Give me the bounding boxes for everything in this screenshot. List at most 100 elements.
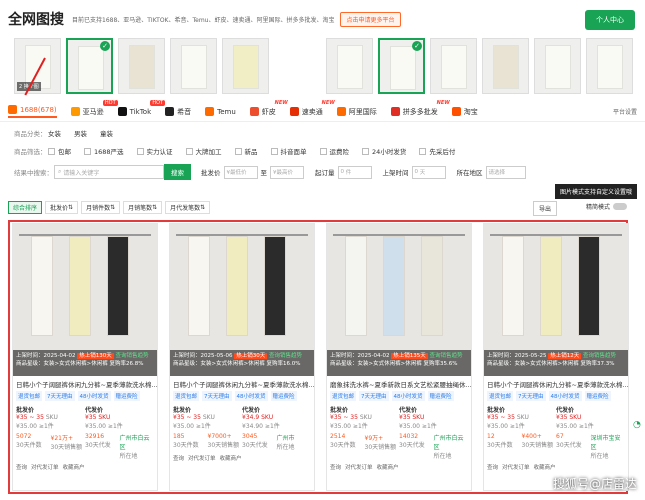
dropship-ref: ¥34.90 ≥1件 [242, 421, 311, 430]
product-card[interactable]: 上架时间：2025-04-02 热上销130天 查询销售趋势 商品星级：女装>女式… [12, 223, 158, 491]
platform-tab[interactable]: TikTok HOT [117, 100, 166, 116]
query-button[interactable]: 查询 [16, 463, 27, 471]
screen-filter-option[interactable]: 新品 [234, 146, 258, 156]
apply-more-platforms-button[interactable]: 点击申请更多平台 [340, 11, 401, 27]
platform-label: 希音 [177, 107, 192, 116]
product-image[interactable]: 上架时间：2025-05-25 热上销12天 查询销售趋势 商品星级：女装>女式休… [484, 224, 628, 376]
checkbox[interactable] [185, 147, 193, 155]
dropship-orders-button[interactable]: 对代发订单 [188, 454, 216, 462]
checkbox[interactable] [419, 147, 427, 155]
result-thumb[interactable] [326, 38, 373, 94]
product-card[interactable]: 上架时间：2025-04-02 热上销135天 查询销售趋势 商品星级：女装>女式… [326, 223, 472, 491]
platform-tab[interactable]: 1688(678) [8, 105, 57, 118]
product-card[interactable]: 上架时间：2025-05-06 热上销30天 查询销售趋势 商品星级：女装>女式休… [169, 223, 315, 491]
screen-filter-option[interactable]: 抖音面单 [270, 146, 307, 156]
side-chat-icon[interactable]: ◔ [633, 420, 643, 440]
screen-filter-option[interactable]: 包邮 [48, 146, 71, 156]
screen-filter-option[interactable]: 先采后付 [419, 146, 455, 156]
platform-settings-link[interactable]: 平台设置 [613, 107, 637, 116]
source-thumb[interactable] [222, 38, 269, 94]
favorite-merchant-button[interactable]: 收藏商户 [377, 463, 399, 471]
platform-icon [289, 107, 299, 116]
result-thumb[interactable] [482, 38, 529, 94]
checkbox[interactable] [48, 147, 55, 155]
result-thumb[interactable] [430, 38, 477, 94]
platform-tab[interactable]: 淘宝 [451, 107, 478, 117]
product-image[interactable]: 上架时间：2025-04-02 热上销130天 查询销售趋势 商品星级：女装>女式… [13, 224, 157, 376]
screen-filter-option[interactable]: 大牌加工 [185, 146, 222, 156]
checkbox[interactable] [234, 147, 242, 155]
favorite-merchant-button[interactable]: 收藏商户 [220, 454, 242, 462]
category-kids[interactable]: 童装 [100, 128, 113, 138]
dropship-orders-button[interactable]: 对代发订单 [31, 463, 59, 471]
fine-mode-toggle[interactable]: 精简模式 [586, 202, 627, 211]
checkbox[interactable] [362, 147, 370, 155]
query-button[interactable]: 查询 [173, 454, 184, 462]
source-thumb[interactable]: 2 换个图 [14, 38, 61, 94]
product-title[interactable]: 磨象抹洗水裤~夏季新款日系文艺松紧腰抽绳休... [327, 376, 471, 391]
screen-filter-option[interactable]: 1688严选 [84, 146, 124, 156]
sort-option[interactable]: 综合排序 [8, 200, 43, 214]
favorite-merchant-button[interactable]: 收藏商户 [63, 463, 85, 471]
: ¥35.00 [173, 423, 194, 430]
platform-tab[interactable]: 虾皮 NEW [249, 100, 288, 117]
sort-option[interactable]: 月销笔数 ⇅ [123, 200, 163, 214]
dropship-orders-button[interactable]: 对代发订单 [502, 463, 530, 471]
screen-filter-option[interactable]: 实力认证 [136, 146, 173, 156]
moq-input[interactable]: 0 件 [337, 165, 372, 179]
product-card[interactable]: 上架时间：2025-05-25 热上销12天 查询销售趋势 商品星级：女装>女式休… [483, 223, 629, 491]
source-thumb[interactable] [118, 38, 165, 94]
query-button[interactable]: 查询 [330, 463, 341, 471]
result-thumb-selected[interactable]: ✓ [378, 38, 425, 94]
platform-badge: NEW [321, 99, 335, 106]
platform-icon [165, 107, 175, 116]
checkbox[interactable] [270, 147, 278, 155]
sort-option[interactable]: 月销件数 ⇅ [81, 200, 121, 214]
region-select[interactable]: 请选择 [485, 165, 526, 179]
sales-trend-link[interactable]: 查询销售趋势 [429, 353, 462, 359]
category-women[interactable]: 女装 [48, 128, 61, 138]
source-thumb[interactable] [170, 38, 217, 94]
platform-tab[interactable]: 速卖通 NEW [289, 100, 335, 117]
result-thumb[interactable] [586, 38, 633, 94]
checkbox[interactable] [319, 147, 327, 155]
favorite-merchant-button[interactable]: 收藏商户 [534, 463, 556, 471]
platform-tab[interactable]: 阿里国际 [336, 107, 377, 117]
platform-icon [451, 107, 461, 116]
platform-tab[interactable]: 拼多多批发 NEW [390, 100, 450, 117]
export-button[interactable]: 导出 [532, 201, 557, 216]
category-men[interactable]: 男装 [74, 128, 87, 138]
search-button[interactable]: 搜索 [164, 164, 191, 180]
sort-option[interactable]: 月代发笔数 ⇅ [165, 200, 211, 214]
product-image[interactable]: 上架时间：2025-04-02 热上销135天 查询销售趋势 商品星级：女装>女式… [327, 224, 471, 376]
checkbox[interactable] [136, 147, 144, 155]
product-image[interactable]: 上架时间：2025-05-06 热上销30天 查询销售趋势 商品星级：女装>女式休… [170, 224, 314, 376]
platform-tab[interactable]: 希音 [165, 107, 191, 117]
sort-option[interactable]: 批发价 ⇅ [45, 200, 79, 214]
screen-filter-option[interactable]: 运费险 [319, 146, 349, 156]
listed-time-input[interactable]: 0 天 [411, 165, 446, 179]
product-title[interactable]: 日韩小个子阔腿裤休闲九分裤~夏季薄款洗水棉... [484, 376, 628, 391]
user-center-button[interactable]: 个人中心 [585, 10, 635, 30]
sales-trend-link[interactable]: 查询销售趋势 [115, 353, 148, 359]
product-title[interactable]: 日韩小个子阔腿裤休闲九分裤~夏季薄款洗水棉... [13, 376, 157, 391]
price-min-input[interactable]: ¥最低价 [223, 165, 258, 179]
source-thumb-selected[interactable]: ✓ [66, 38, 113, 94]
repurchase-rate: 复购率37.3% [580, 361, 615, 367]
dropship-label: 代发价 [242, 407, 261, 414]
price-max-input[interactable]: ¥最高价 [270, 165, 304, 179]
repurchase-rate: 复购率26.8% [109, 361, 144, 367]
toggle-switch[interactable] [613, 203, 627, 210]
search-input[interactable]: ⌕ 请输入关键字 [54, 165, 164, 179]
checkbox[interactable] [84, 147, 91, 155]
result-thumb[interactable] [534, 38, 581, 94]
platform-tab[interactable]: Temu [205, 107, 236, 116]
platform-tab[interactable]: 亚马逊 HOT [70, 99, 118, 117]
sales-trend-link[interactable]: 查询销售趋势 [583, 353, 616, 359]
sales-trend-link[interactable]: 查询销售趋势 [269, 353, 302, 359]
dropship-orders-button[interactable]: 对代发订单 [345, 463, 373, 471]
query-button[interactable]: 查询 [487, 463, 498, 471]
screen-filter-option[interactable]: 24小时发货 [362, 146, 406, 156]
product-title[interactable]: 日韩小个子阔腿裤休闲九分裤~夏季薄款洗水棉... [170, 376, 314, 391]
stat: ¥21万+ 30天销售额 [51, 433, 86, 460]
